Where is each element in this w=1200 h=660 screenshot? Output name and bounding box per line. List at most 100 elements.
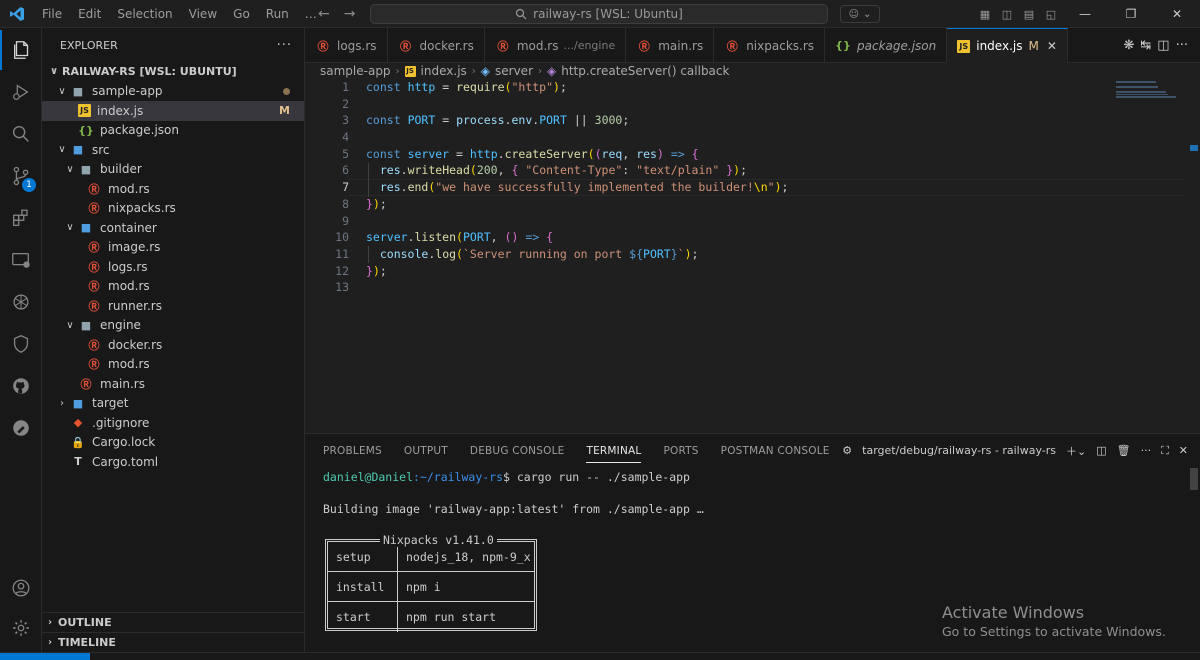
code-content: const http = require("http"); const PORT… [366, 79, 788, 296]
maximize-panel-icon[interactable]: ⛶ [1161, 444, 1169, 458]
close-icon[interactable]: ✕ [1154, 7, 1200, 21]
tree-item[interactable]: › ■ target [42, 394, 304, 414]
menu-edit[interactable]: Edit [70, 0, 109, 28]
remote-indicator[interactable] [0, 653, 90, 660]
menu-selection[interactable]: Selection [109, 0, 180, 28]
status-bar [0, 652, 1200, 660]
tree-item[interactable]: Ⓡmod.rs [42, 179, 304, 199]
close-icon[interactable]: ✕ [1047, 39, 1057, 53]
editor-tab[interactable]: Ⓡnixpacks.rs [714, 28, 826, 63]
close-icon[interactable]: ✕ [1179, 444, 1188, 457]
minimap[interactable] [1116, 81, 1186, 101]
toggle-secondary-sidebar-icon[interactable]: ◱ [1040, 8, 1062, 21]
command-center-label: railway-rs [WSL: Ubuntu] [533, 7, 683, 21]
copilot-button[interactable]: ☺ ⌄ [840, 5, 880, 23]
menu-file[interactable]: File [34, 0, 70, 28]
chevron-right-icon: › [395, 65, 400, 77]
gear-icon[interactable] [0, 608, 42, 648]
new-terminal-icon[interactable]: ＋⌄ [1066, 443, 1086, 459]
tree-item[interactable]: Ⓡimage.rs [42, 238, 304, 258]
menu-bar: File Edit Selection View Go Run … [34, 0, 325, 28]
tree-item[interactable]: 🔒 Cargo.lock [42, 433, 304, 453]
code-editor[interactable]: 1 2 3 4 5 6 7 8 9 10 11 12 13 const http = require("… [305, 79, 1200, 429]
menu-view[interactable]: View [181, 0, 225, 28]
tree-item[interactable]: ∨ ■ sample-app [42, 82, 304, 102]
editor-tab[interactable]: Ⓡlogs.rs [305, 28, 388, 63]
postman-icon[interactable] [0, 408, 42, 448]
tree-item[interactable]: Ⓡmod.rs [42, 277, 304, 297]
tree-item[interactable]: Ⓡmod.rs [42, 355, 304, 375]
account-icon[interactable] [0, 568, 42, 608]
panel-tab-output[interactable]: OUTPUT [404, 445, 448, 457]
toggle-sidebar-icon[interactable]: ◫ [996, 8, 1018, 21]
chatgpt-icon[interactable] [0, 282, 42, 322]
search-icon [516, 8, 527, 20]
tree-item[interactable]: T Cargo.toml [42, 452, 304, 472]
remote-explorer-icon[interactable] [0, 240, 42, 280]
search-icon[interactable] [0, 114, 42, 154]
tree-item[interactable]: Ⓡrunner.rs [42, 296, 304, 316]
terminal-scrollbar[interactable] [1188, 468, 1200, 653]
panel-tab-postman-console[interactable]: POSTMAN CONSOLE [721, 445, 830, 457]
timeline-section[interactable]: › TIMELINE [42, 632, 305, 652]
breadcrumb-file[interactable]: index.js [421, 64, 467, 78]
editor-tab[interactable]: Ⓡmod.rs .../engine [485, 28, 627, 63]
editor-tab[interactable]: JS index.js M ✕ [947, 28, 1068, 63]
back-arrow-icon[interactable]: ← [318, 6, 330, 22]
nixpacks-row: install npm i [328, 572, 534, 602]
compare-icon[interactable]: ↹ [1140, 38, 1151, 53]
split-editor-icon[interactable]: ◫ [1157, 38, 1169, 53]
menu-go[interactable]: Go [225, 0, 258, 28]
breadcrumb-callback[interactable]: http.createServer() callback [561, 64, 729, 78]
more-actions-icon[interactable]: ··· [1141, 444, 1152, 457]
tree-item[interactable]: JS index.js M [42, 101, 304, 121]
tree-item[interactable]: ∨ ■ container [42, 218, 304, 238]
toggle-panel-icon[interactable]: ▤ [1018, 8, 1040, 21]
source-control-icon[interactable]: 1 [0, 156, 42, 196]
chevron-down-icon: ∨ [49, 66, 59, 78]
tree-item[interactable]: Ⓡnixpacks.rs [42, 199, 304, 219]
trash-icon[interactable]: 🗑 [1117, 444, 1131, 457]
editor-tab[interactable]: Ⓡdocker.rs [388, 28, 485, 63]
shield-icon[interactable] [0, 324, 42, 364]
editor-tab[interactable]: Ⓡmain.rs [626, 28, 715, 63]
chatgpt-icon[interactable]: ❋ [1123, 38, 1134, 53]
forward-arrow-icon[interactable]: → [344, 6, 356, 22]
tree-item[interactable]: {} package.json [42, 121, 304, 141]
terminal-name[interactable]: target/debug/railway-rs - railway-rs [862, 444, 1056, 457]
restore-icon[interactable]: ❐ [1108, 7, 1154, 21]
github-icon[interactable] [0, 366, 42, 406]
folder-icon: ■ [72, 143, 84, 157]
run-debug-icon[interactable] [0, 72, 42, 112]
editor-tab[interactable]: {} package.json [825, 28, 948, 63]
outline-section[interactable]: › OUTLINE [42, 612, 305, 632]
split-terminal-icon[interactable]: ◫ [1096, 444, 1106, 457]
layout-customize-icon[interactable]: ▦ [974, 8, 996, 21]
panel-tab-problems[interactable]: PROBLEMS [323, 445, 382, 457]
tree-item[interactable]: ◆ .gitignore [42, 413, 304, 433]
rust-file-icon: Ⓡ [400, 39, 412, 53]
command-center[interactable]: railway-rs [WSL: Ubuntu] [370, 4, 828, 24]
minimize-icon[interactable]: — [1062, 7, 1108, 21]
breadcrumb-folder[interactable]: sample-app [320, 64, 391, 78]
tree-item[interactable]: Ⓡdocker.rs [42, 335, 304, 355]
menu-run[interactable]: Run [258, 0, 297, 28]
file-tree: ∨ ■ sample-app JS index.js M{} package.json ∨ ■ s… [42, 82, 304, 472]
panel-tab-ports[interactable]: PORTS [663, 445, 698, 457]
workspace-root[interactable]: ∨ RAILWAY-RS [WSL: UBUNTU] [42, 62, 304, 82]
more-actions-icon[interactable]: ··· [277, 38, 292, 53]
panel-tab-debug-console[interactable]: DEBUG CONSOLE [470, 445, 565, 457]
breadcrumb-symbol[interactable]: server [495, 64, 533, 78]
extensions-icon[interactable] [0, 198, 42, 238]
panel-tab-terminal[interactable]: TERMINAL [586, 439, 642, 463]
tree-item[interactable]: Ⓡmain.rs [42, 374, 304, 394]
tree-item[interactable]: ∨ ■ src [42, 140, 304, 160]
nixpacks-table: Nixpacks v1.41.0 setup nodejs_18, npm-9_x… [325, 533, 537, 632]
terminal-output[interactable]: daniel@Daniel:~/railway-rs$ cargo run --… [323, 469, 704, 517]
tree-item[interactable]: ∨ ■ builder [42, 160, 304, 180]
tree-item[interactable]: Ⓡlogs.rs [42, 257, 304, 277]
explorer-icon[interactable] [0, 30, 42, 70]
json-file-icon: {} [835, 39, 851, 52]
more-actions-icon[interactable]: ··· [1176, 38, 1188, 53]
tree-item[interactable]: ∨ ■ engine [42, 316, 304, 336]
